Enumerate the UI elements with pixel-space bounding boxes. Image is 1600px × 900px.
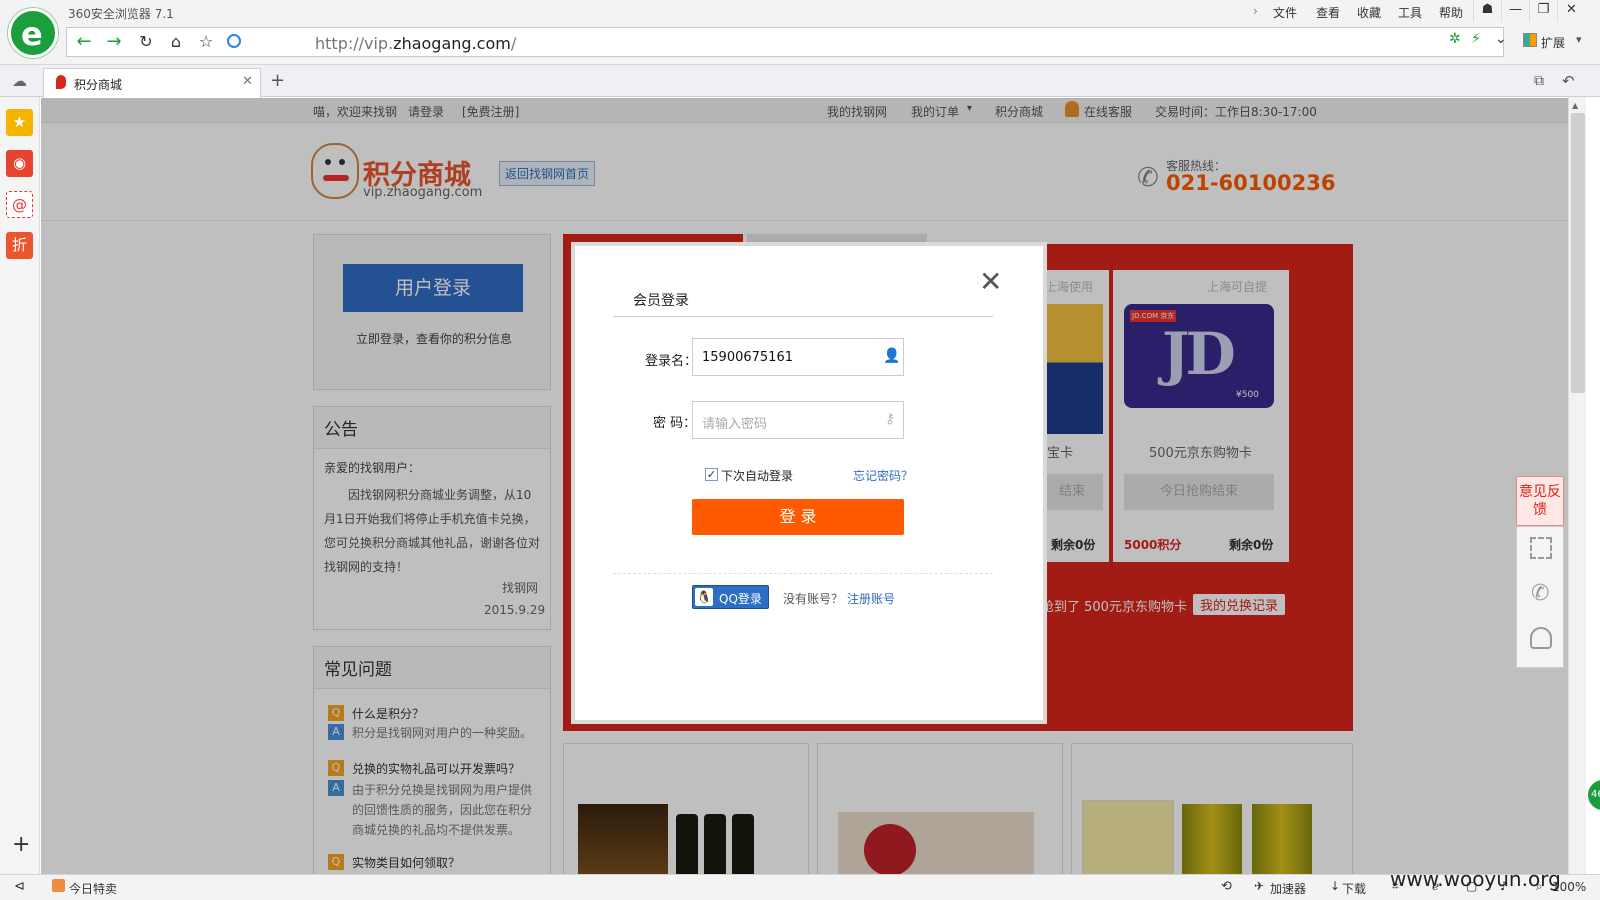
qrcode-icon[interactable]: [1530, 537, 1552, 559]
discount-icon[interactable]: 折: [6, 232, 33, 259]
refresh-icon[interactable]: ↻: [131, 32, 161, 54]
accelerator-label[interactable]: 加速器: [1270, 880, 1306, 897]
password-label: 密 码：: [653, 416, 697, 431]
browser-logo-icon[interactable]: e: [8, 8, 58, 58]
menu-help[interactable]: 帮助: [1439, 4, 1463, 21]
speed-mode-icon[interactable]: ⚡: [1471, 31, 1481, 47]
floating-speed-badge[interactable]: 46: [1586, 778, 1600, 812]
float-toolbar: ✆: [1516, 526, 1564, 668]
skin-icon[interactable]: ☗: [1473, 0, 1501, 22]
qq-penguin-icon: 🐧: [695, 588, 713, 606]
remember-label[interactable]: 下次自动登录: [721, 467, 793, 484]
username-label: 登录名：: [645, 354, 698, 369]
url-text[interactable]: http://vip.zhaogang.com/: [315, 34, 516, 53]
compat-mode-icon[interactable]: ✲: [1449, 31, 1461, 47]
register-account-link[interactable]: 注册账号: [847, 590, 895, 607]
modal-close-icon[interactable]: ✕: [979, 268, 1002, 296]
address-bar[interactable]: ← → ↻ ⌂ ☆ http://vip.zhaogang.com/ ✲ ⚡ ⌄: [66, 27, 1507, 57]
extensions-dropdown-icon[interactable]: ▾: [1576, 33, 1582, 46]
remember-checkbox[interactable]: ✓: [705, 468, 718, 481]
tab-active[interactable]: 积分商城 ✕: [43, 68, 261, 98]
maximize-button[interactable]: ❐: [1529, 0, 1557, 22]
undo-close-icon[interactable]: ↶: [1562, 72, 1575, 90]
menu-favorites[interactable]: 收藏: [1357, 4, 1381, 21]
forward-arrow-icon[interactable]: →: [99, 32, 129, 54]
sidebar-toggle-icon[interactable]: ⊲: [14, 879, 25, 894]
login-submit-button[interactable]: 登 录: [692, 499, 904, 535]
tab-close-icon[interactable]: ✕: [242, 74, 253, 89]
watermark-text: www.wooyun.org: [1390, 867, 1561, 891]
scroll-up-icon[interactable]: ▲: [1572, 101, 1578, 110]
gift-icon: [52, 879, 65, 892]
weibo-icon[interactable]: ◉: [6, 150, 33, 177]
lock-icon: ⚷: [885, 411, 896, 427]
menu-file[interactable]: 文件: [1273, 4, 1297, 21]
cloud-sync-icon[interactable]: ☁: [12, 72, 27, 90]
tab-favicon-icon: [56, 75, 66, 89]
url-dropdown-icon[interactable]: ⌄: [1495, 31, 1507, 47]
feedback-button[interactable]: 意见反馈: [1516, 476, 1564, 526]
mail-icon[interactable]: @: [6, 191, 33, 218]
username-value: 15900675161: [702, 350, 793, 365]
username-input[interactable]: 15900675161 👤: [692, 338, 904, 376]
scroll-thumb[interactable]: [1571, 113, 1585, 393]
qq-login-label: QQ登录: [719, 592, 762, 606]
password-input[interactable]: 请输入密码 ⚷: [692, 401, 904, 439]
extensions-label[interactable]: 扩展: [1541, 34, 1565, 51]
modal-divider-dashed: [613, 573, 993, 574]
page-scrollbar[interactable]: ▲: [1568, 97, 1586, 874]
site-globe-icon: [227, 34, 241, 48]
favorites-star-icon[interactable]: ★: [6, 109, 33, 136]
app-title: 360安全浏览器 7.1: [68, 7, 174, 21]
status-bar: ⊲ 今日特卖 ⟲ ✈ 加速器 ↓ 下载 ⌗ ℯ ▢ ♪ ⌕ 100% www.w…: [0, 867, 1600, 900]
accelerator-icon: ✈: [1254, 879, 1265, 893]
menu-chevron-icon[interactable]: ›: [1253, 4, 1258, 18]
download-label[interactable]: 下载: [1342, 880, 1366, 897]
add-sidebar-icon[interactable]: +: [12, 832, 30, 857]
network-icon[interactable]: ⟲: [1221, 879, 1232, 894]
favorite-star-icon[interactable]: ☆: [191, 32, 221, 54]
new-tab-button[interactable]: +: [270, 70, 285, 91]
qq-login-button[interactable]: 🐧 QQ登录: [692, 585, 769, 609]
back-arrow-icon[interactable]: ←: [69, 32, 99, 54]
phone-float-icon[interactable]: ✆: [1531, 581, 1549, 606]
forgot-password-link[interactable]: 忘记密码？: [853, 467, 913, 484]
login-modal: 会员登录 ✕ 登录名： 15900675161 👤 密 码： 请输入密码 ⚷ ✓…: [571, 242, 1047, 724]
tab-list-icon[interactable]: ⧉: [1534, 73, 1544, 89]
close-window-button[interactable]: ✕: [1557, 0, 1585, 22]
password-placeholder: 请输入密码: [702, 417, 768, 432]
home-icon[interactable]: ⌂: [161, 32, 191, 54]
menu-view[interactable]: 查看: [1316, 4, 1340, 21]
minimize-button[interactable]: —: [1501, 0, 1529, 22]
modal-divider: [613, 316, 993, 317]
tab-title: 积分商城: [74, 78, 123, 92]
no-account-text: 没有账号？: [783, 592, 844, 606]
modal-title: 会员登录: [633, 293, 689, 309]
menu-tools[interactable]: 工具: [1398, 4, 1422, 21]
download-icon: ↓: [1330, 879, 1341, 893]
extensions-icon[interactable]: [1523, 33, 1537, 47]
headset-icon[interactable]: [1530, 627, 1552, 649]
user-icon: 👤: [883, 348, 901, 364]
today-deals-link[interactable]: 今日特卖: [69, 880, 117, 897]
browser-sidebar: ★ ◉ @ 折 +: [0, 97, 40, 874]
